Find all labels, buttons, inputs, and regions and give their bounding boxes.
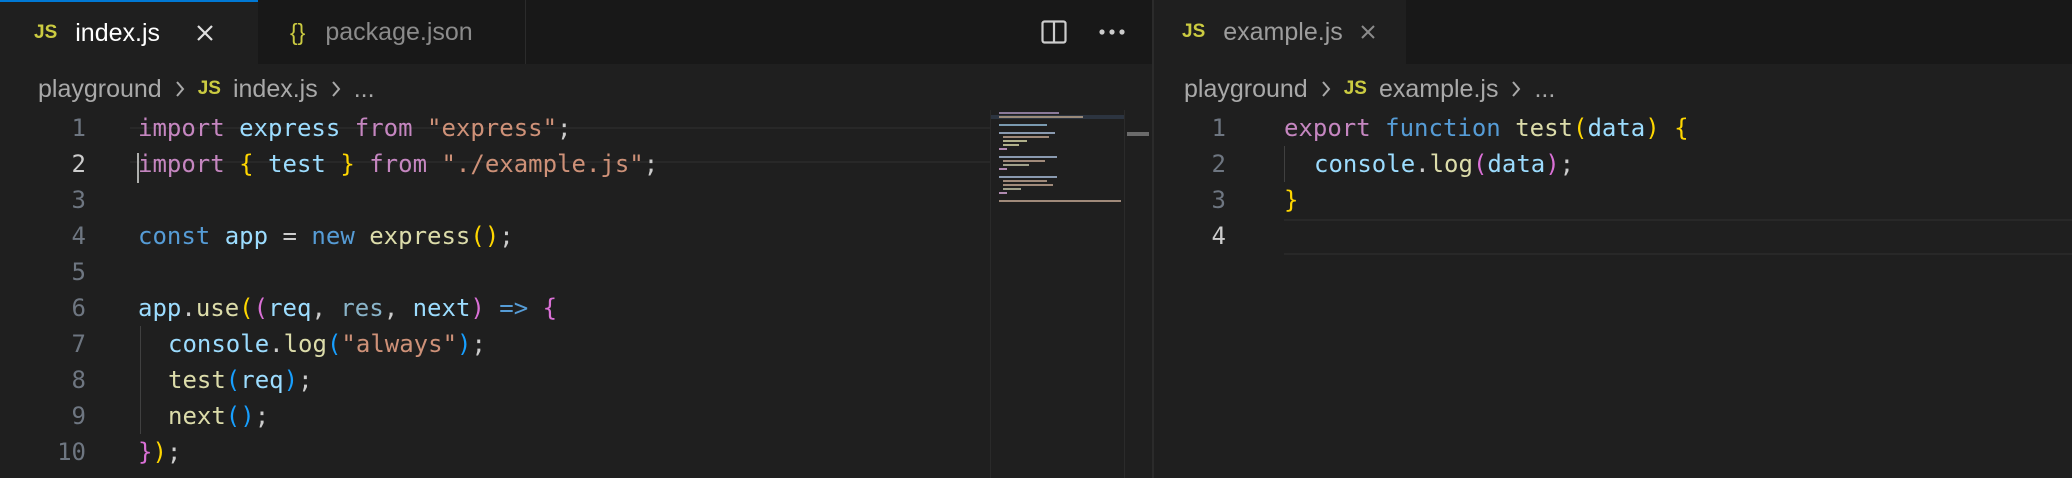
close-icon[interactable] (188, 16, 222, 50)
line-number: 4 (1211, 222, 1226, 250)
code-line-9: next(); (168, 402, 270, 430)
code-line-6: app.use((req, res, next) => { (138, 294, 558, 322)
javascript-file-icon: JS (1182, 21, 1206, 42)
code-line-1: export function test(data) { (1284, 114, 1689, 142)
chevron-right-icon (1510, 79, 1522, 99)
code-line-8: test(req); (168, 366, 313, 394)
code-line-3: } (1284, 186, 1299, 214)
json-file-icon: {} (290, 18, 306, 45)
line-number: 6 (71, 294, 86, 322)
ellipsis-icon[interactable] (1088, 8, 1136, 56)
editor-actions (1030, 0, 1136, 64)
code-line-7: console.log("always"); (168, 330, 486, 358)
vertical-scrollbar[interactable] (1124, 110, 1152, 478)
tab-label: index.js (75, 18, 161, 47)
breadcrumb: playground JS example.js ... (1184, 66, 1555, 112)
code-line-10: }); (138, 438, 182, 466)
chevron-right-icon (330, 79, 342, 99)
line-number: 1 (71, 114, 86, 142)
line-number: 3 (1211, 186, 1226, 214)
code-line-1: import express from "express"; (138, 114, 572, 142)
close-icon[interactable] (1351, 15, 1385, 49)
javascript-file-icon: JS (34, 22, 58, 43)
breadcrumb-symbols[interactable]: ... (354, 75, 375, 104)
javascript-file-icon: JS (197, 78, 221, 99)
scrollbar-position-marker (1127, 132, 1149, 136)
breadcrumb-folder[interactable]: playground (1184, 75, 1308, 104)
tab-label: package.json (325, 17, 473, 46)
line-number: 9 (71, 402, 86, 430)
split-editor-icon[interactable] (1030, 8, 1078, 56)
editor-group-left: JS index.js {} package.json playground J… (0, 0, 1152, 478)
breadcrumb-file[interactable]: index.js (233, 75, 318, 104)
line-number: 5 (71, 258, 86, 286)
tab-index-js[interactable]: JS index.js (0, 0, 258, 64)
code-editor[interactable]: 1 2 3 4 5 6 7 8 9 10 import express from… (0, 110, 1152, 478)
indent-guide (140, 326, 141, 434)
line-number: 8 (71, 366, 86, 394)
breadcrumb-file[interactable]: example.js (1379, 75, 1499, 104)
tab-package-json[interactable]: {} package.json (258, 0, 526, 64)
current-line-highlight (1284, 219, 2072, 255)
chevron-right-icon (174, 79, 186, 99)
tab-bar: JS example.js (1154, 0, 2072, 64)
code-line-4: const app = new express(); (138, 222, 514, 250)
line-number: 2 (1211, 150, 1226, 178)
line-number: 10 (57, 438, 86, 466)
breadcrumb-symbols[interactable]: ... (1534, 75, 1555, 104)
code-line-2: console.log(data); (1314, 150, 1575, 178)
chevron-right-icon (1320, 79, 1332, 99)
indent-guide (1284, 146, 1285, 182)
tab-example-js[interactable]: JS example.js (1154, 0, 1406, 64)
line-number: 2 (71, 150, 86, 178)
breadcrumb-folder[interactable]: playground (38, 75, 162, 104)
code-editor[interactable]: 1 2 3 4 export function test(data) { con… (1154, 110, 2072, 478)
editor-group-right: JS example.js playground JS example.js .… (1154, 0, 2072, 478)
breadcrumb: playground JS index.js ... (38, 66, 375, 112)
line-number: 7 (71, 330, 86, 358)
tab-label: example.js (1223, 17, 1343, 46)
text-cursor (137, 153, 139, 183)
javascript-file-icon: JS (1343, 78, 1367, 99)
line-number: 3 (71, 186, 86, 214)
minimap[interactable] (990, 110, 1125, 478)
line-number: 1 (1211, 114, 1226, 142)
tab-bar: JS index.js {} package.json (0, 0, 1152, 64)
line-number: 4 (71, 222, 86, 250)
code-line-2: import { test } from "./example.js"; (138, 150, 659, 178)
